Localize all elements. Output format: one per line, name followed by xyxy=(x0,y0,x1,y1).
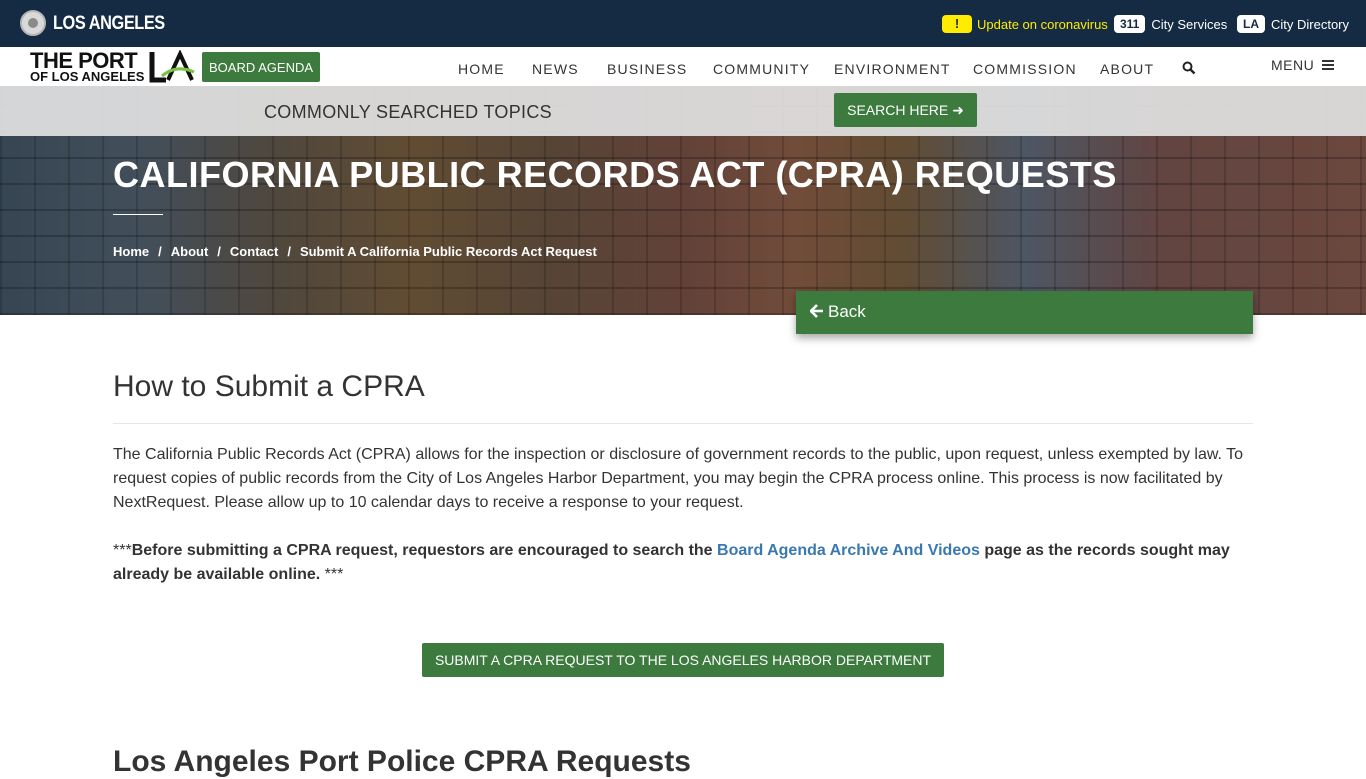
logo-line-2: OF LOS ANGELES xyxy=(30,69,145,84)
page-title: CALIFORNIA PUBLIC RECORDS ACT (CPRA) REQ… xyxy=(113,154,1117,195)
section-heading: How to Submit a CPRA xyxy=(113,370,425,403)
breadcrumb-separator: / xyxy=(158,244,162,259)
breadcrumb-home[interactable]: Home xyxy=(113,244,149,259)
nav-news[interactable]: NEWS xyxy=(532,61,579,77)
search-here-button[interactable]: SEARCH HERE ➜ xyxy=(834,93,977,127)
nav-community[interactable]: COMMUNITY xyxy=(713,61,810,77)
back-label: Back xyxy=(828,302,866,321)
arrow-left-icon xyxy=(809,303,824,323)
commonly-searched-topics-bar: COMMONLY SEARCHED TOPICS SEARCH HERE ➜ xyxy=(0,86,1366,136)
topics-label: COMMONLY SEARCHED TOPICS xyxy=(264,102,552,122)
la-badge: LA xyxy=(1237,15,1265,33)
breadcrumb: Home / About / Contact / Submit A Califo… xyxy=(113,244,597,259)
port-of-la-logo[interactable]: THE PORT OF LOS ANGELES xyxy=(30,50,198,84)
board-agenda-button[interactable]: BOARD AGENDA xyxy=(202,52,320,82)
intro-paragraph: The California Public Records Act (CPRA)… xyxy=(113,446,1244,511)
search-here-label: SEARCH HERE xyxy=(847,101,949,118)
311-badge: 311 xyxy=(1114,15,1146,33)
menu-label: MENU xyxy=(1271,57,1315,73)
submit-cpra-request-button[interactable]: SUBMIT A CPRA REQUEST TO THE LOS ANGELES… xyxy=(422,643,944,677)
breadcrumb-contact[interactable]: Contact xyxy=(230,244,278,259)
search-notice: ***Before submitting a CPRA request, req… xyxy=(113,539,1253,587)
city-header-bar: LOS ANGELES ! Update on coronavirus 311 … xyxy=(0,0,1366,47)
back-button[interactable]: Back xyxy=(796,291,1253,334)
breadcrumb-current: Submit A California Public Records Act R… xyxy=(299,244,597,259)
city-directory-link[interactable]: LA City Directory xyxy=(1237,15,1349,33)
arrow-right-icon: ➜ xyxy=(952,101,964,118)
nav-environment[interactable]: ENVIRONMENT xyxy=(834,61,951,77)
coronavirus-alert-link[interactable]: ! Update on coronavirus xyxy=(942,15,1108,33)
note-prefix: *** xyxy=(113,542,132,559)
city-directory-label: City Directory xyxy=(1271,16,1350,32)
section-divider xyxy=(113,423,1253,424)
city-services-link[interactable]: 311 City Services xyxy=(1114,15,1227,33)
nav-about[interactable]: ABOUT xyxy=(1100,61,1154,77)
board-agenda-archive-link[interactable]: Board Agenda Archive And Videos xyxy=(717,542,980,559)
city-name-link[interactable]: LOS ANGELES xyxy=(53,13,165,35)
hamburger-icon xyxy=(1322,60,1335,70)
la-logo-mark-icon xyxy=(149,50,195,83)
city-services-label: City Services xyxy=(1151,16,1228,32)
breadcrumb-about[interactable]: About xyxy=(171,244,209,259)
nav-commission[interactable]: COMMISSION xyxy=(973,61,1077,77)
city-seal-icon[interactable] xyxy=(20,10,46,36)
note-text-1: Before submitting a CPRA request, reques… xyxy=(131,542,718,559)
port-police-heading: Los Angeles Port Police CPRA Requests xyxy=(113,745,691,778)
search-icon[interactable] xyxy=(1182,61,1196,75)
menu-button[interactable]: MENU xyxy=(1271,57,1335,73)
main-navigation: THE PORT OF LOS ANGELES BOARD AGENDA HOM… xyxy=(0,47,1366,86)
note-suffix: *** xyxy=(320,566,344,583)
breadcrumb-separator: / xyxy=(217,244,221,259)
nav-business[interactable]: BUSINESS xyxy=(607,61,687,77)
alert-text: Update on coronavirus xyxy=(977,16,1108,32)
alert-icon: ! xyxy=(942,15,972,33)
nav-home[interactable]: HOME xyxy=(458,61,505,77)
breadcrumb-separator: / xyxy=(287,244,291,259)
title-underline xyxy=(113,214,163,215)
